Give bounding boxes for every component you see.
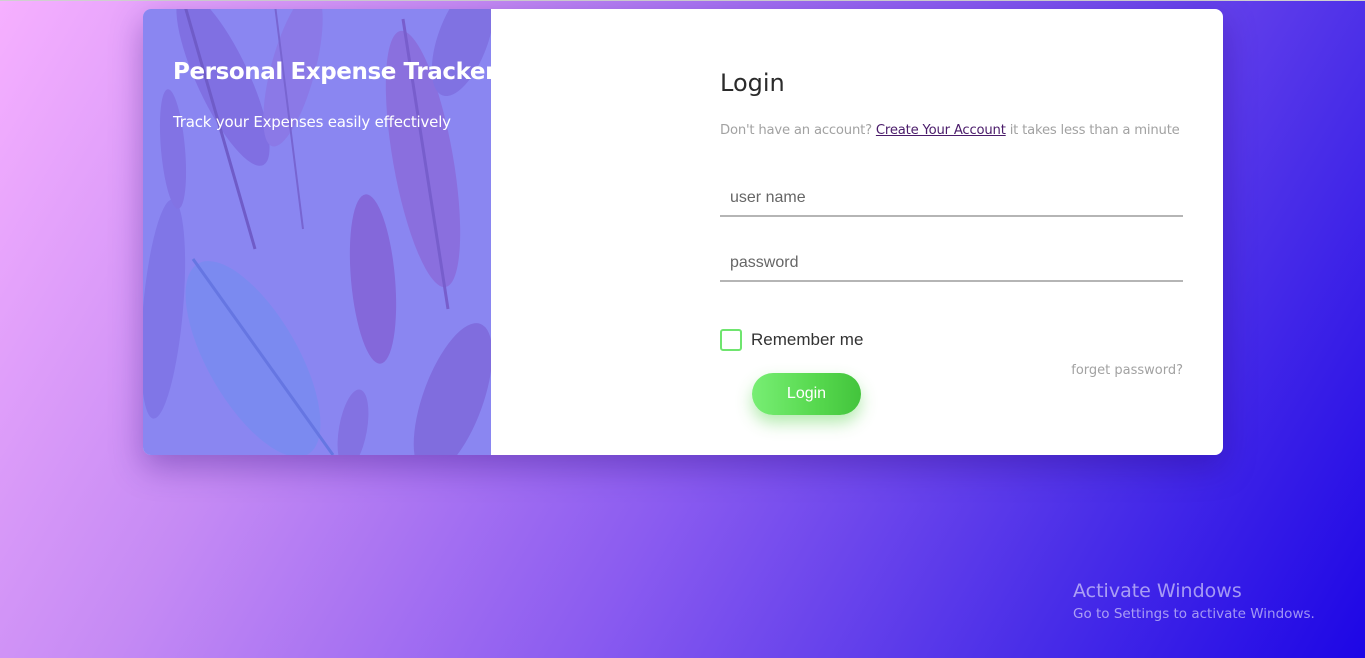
login-heading: Login — [720, 69, 785, 97]
login-button[interactable]: Login — [752, 373, 861, 415]
login-form: Login Don't have an account? Create Your… — [720, 9, 1183, 455]
signup-prompt: Don't have an account? Create Your Accou… — [720, 123, 1180, 138]
remember-me-checkbox[interactable] — [720, 329, 742, 351]
top-divider — [0, 0, 1365, 1]
app-tagline: Track your Expenses easily effectively — [173, 113, 451, 131]
signup-prompt-text: Don't have an account? — [720, 123, 872, 138]
watermark-subtitle: Go to Settings to activate Windows. — [1073, 606, 1315, 622]
app-title: Personal Expense Tracker — [173, 59, 491, 85]
forgot-password-link[interactable]: forget password? — [1071, 363, 1183, 378]
watermark-title: Activate Windows — [1073, 580, 1242, 602]
signup-suffix-text: it takes less than a minute — [1009, 123, 1180, 138]
windows-activation-watermark: Activate Windows Go to Settings to activ… — [1073, 580, 1315, 622]
username-input[interactable] — [720, 181, 1183, 217]
password-input[interactable] — [720, 246, 1183, 282]
create-account-link[interactable]: Create Your Account — [876, 123, 1006, 138]
login-card: Personal Expense Tracker Track your Expe… — [143, 9, 1223, 455]
remember-me-row: Remember me — [720, 329, 863, 351]
remember-me-label[interactable]: Remember me — [751, 330, 863, 350]
brand-panel: Personal Expense Tracker Track your Expe… — [143, 9, 491, 455]
